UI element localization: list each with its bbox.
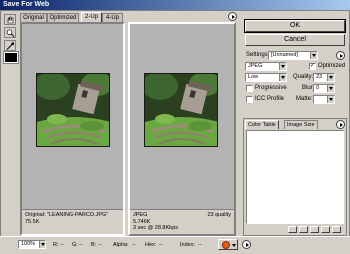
hex-readout-value: -- (159, 242, 163, 248)
tab-color-table[interactable]: Color Table (245, 120, 279, 129)
matte-select[interactable] (313, 95, 335, 104)
cancel-button[interactable]: Cancel (245, 34, 345, 46)
quality-label: Quality: (293, 74, 314, 80)
index-readout-label: Index: (180, 242, 195, 248)
index-readout-value: -- (198, 242, 202, 248)
original-pane[interactable]: Original: "LEANING-PARCO.JPG" 75.5K (20, 22, 125, 236)
tab-4-up[interactable]: 4-Up (102, 13, 123, 22)
quality-value: 23 (316, 74, 323, 80)
browser-menu-icon[interactable] (242, 240, 251, 249)
quality-level-select[interactable]: Low (245, 73, 287, 82)
zoom-select[interactable]: 100% (18, 240, 46, 249)
tab-2-up[interactable]: 2-Up (81, 12, 102, 22)
settings-label: Settings: (246, 52, 270, 58)
window-title: Save For Web (3, 1, 50, 8)
tab-optimized[interactable]: Optimized (47, 13, 79, 22)
chevron-down-icon (279, 63, 286, 70)
ok-button[interactable]: OK (244, 19, 346, 33)
eyedropper-color-swatch[interactable] (3, 51, 19, 64)
chevron-right-icon (327, 85, 334, 92)
hex-readout-label: Hex: (145, 242, 157, 248)
web-shift-button[interactable] (299, 226, 308, 233)
chevron-right-icon (327, 74, 334, 81)
alpha-readout-value: -- (132, 242, 136, 248)
hand-icon (7, 16, 14, 24)
zoom-icon (6, 29, 15, 37)
blue-readout-value: -- (98, 242, 102, 248)
optimized-quality: 23 quality (207, 212, 231, 218)
title-bar: Save For Web (0, 0, 350, 10)
browser-preview-button[interactable] (218, 239, 238, 250)
quality-level-value: Low (248, 74, 259, 80)
original-filename: Original: "LEANING-PARCO.JPG" (25, 212, 109, 218)
optimized-checkbox[interactable] (309, 62, 316, 70)
status-bar: 100% R: -- G: -- B: -- Alpha: -- Hex: --… (0, 236, 350, 254)
settings-preset-value: [Unnamed] (271, 52, 298, 58)
progressive-checkbox[interactable] (246, 85, 253, 92)
eyedropper-tool[interactable] (4, 40, 16, 51)
preview-menu-icon[interactable] (228, 12, 237, 21)
red-readout-value: -- (60, 242, 64, 248)
optimized-image (144, 73, 218, 147)
optimized-info: JPEG 5.746K 3 sec @ 28.8Kbps 23 quality (130, 209, 234, 234)
blur-input[interactable]: 0 (313, 84, 335, 93)
park-photo (37, 74, 109, 146)
optimized-pane[interactable]: JPEG 5.746K 3 sec @ 28.8Kbps 23 quality (128, 22, 236, 236)
matte-label: Matte: (296, 96, 313, 102)
format-value: JPEG (248, 63, 263, 69)
delete-color-icon[interactable] (332, 226, 341, 233)
map-color-button[interactable] (288, 226, 297, 233)
settings-preset-select[interactable]: [Unnamed] (268, 51, 318, 60)
browser-preview-icon (222, 241, 230, 249)
settings-menu-icon[interactable] (336, 51, 345, 60)
optimized-label: Optimized (318, 63, 346, 69)
optimized-download-time: 3 sec @ 28.8Kbps (133, 225, 179, 231)
zoom-value: 100% (21, 241, 36, 247)
new-color-button[interactable] (321, 226, 330, 233)
chevron-down-icon (232, 244, 236, 247)
color-table-swatches[interactable] (246, 130, 344, 224)
format-select[interactable]: JPEG (245, 62, 287, 71)
chevron-down-icon (39, 241, 45, 248)
original-image (36, 73, 110, 147)
tab-image-size[interactable]: Image Size (284, 120, 318, 129)
quality-input[interactable]: 23 (313, 73, 335, 82)
original-info: Original: "LEANING-PARCO.JPG" 75.5K (22, 209, 123, 234)
color-table-menu-icon[interactable] (336, 120, 345, 129)
eyedropper-icon (6, 42, 14, 50)
blue-readout-label: B: (91, 242, 97, 248)
original-size: 75.5K (25, 218, 40, 225)
blur-value: 0 (316, 85, 320, 91)
zoom-tool[interactable] (4, 27, 16, 38)
icc-profile-label: ICC Profile (255, 96, 285, 102)
chevron-down-icon (279, 74, 286, 81)
lock-color-button[interactable] (310, 226, 319, 233)
icc-profile-checkbox[interactable] (246, 96, 253, 103)
green-readout-label: G: (72, 242, 78, 248)
hand-tool[interactable] (4, 14, 16, 25)
tab-original[interactable]: Original (20, 13, 47, 22)
chevron-down-icon (310, 52, 317, 59)
red-readout-label: R: (53, 242, 59, 248)
color-table-panel: Color Table Image Size (243, 118, 347, 236)
park-photo-optimized (145, 74, 217, 146)
chevron-down-icon (327, 96, 334, 103)
alpha-readout-label: Alpha: (113, 242, 129, 248)
green-readout-value: -- (79, 242, 83, 248)
progressive-label: Progressive (255, 85, 287, 91)
